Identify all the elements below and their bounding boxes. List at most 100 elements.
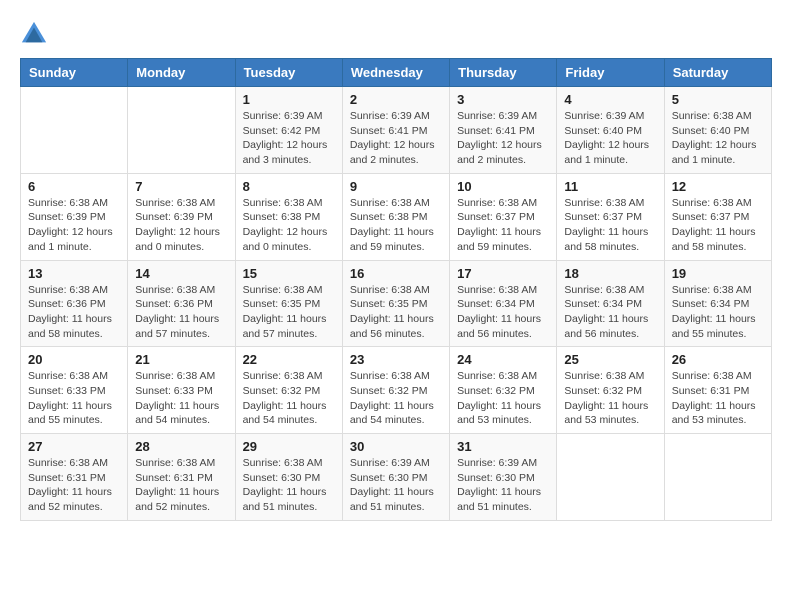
calendar-cell: 22 Sunrise: 6:38 AM Sunset: 6:32 PM Dayli… bbox=[235, 347, 342, 434]
calendar-cell: 14 Sunrise: 6:38 AM Sunset: 6:36 PM Dayli… bbox=[128, 260, 235, 347]
day-number: 12 bbox=[672, 179, 764, 194]
day-info: Sunrise: 6:38 AM Sunset: 6:33 PM Dayligh… bbox=[135, 369, 227, 428]
weekday-header-row: SundayMondayTuesdayWednesdayThursdayFrid… bbox=[21, 59, 772, 87]
calendar-cell: 27Sunrise: 6:38 AM Sunset: 6:31 PM Dayli… bbox=[21, 434, 128, 521]
day-number: 5 bbox=[672, 92, 764, 107]
calendar-cell: 13 Sunrise: 6:38 AM Sunset: 6:36 PM Dayli… bbox=[21, 260, 128, 347]
day-number: 16 bbox=[350, 266, 442, 281]
day-number: 18 bbox=[564, 266, 656, 281]
day-info: Sunrise: 6:38 AM Sunset: 6:32 PM Dayligh… bbox=[564, 369, 656, 428]
calendar-cell: 12Sunrise: 6:38 AM Sunset: 6:37 PM Dayli… bbox=[664, 173, 771, 260]
calendar-cell: 28 Sunrise: 6:38 AM Sunset: 6:31 PM Dayli… bbox=[128, 434, 235, 521]
weekday-header-thursday: Thursday bbox=[450, 59, 557, 87]
calendar-cell: 17 Sunrise: 6:38 AM Sunset: 6:34 PM Dayli… bbox=[450, 260, 557, 347]
day-info: Sunrise: 6:38 AM Sunset: 6:35 PM Dayligh… bbox=[350, 283, 442, 342]
day-number: 10 bbox=[457, 179, 549, 194]
day-number: 21 bbox=[135, 352, 227, 367]
day-info: Sunrise: 6:38 AM Sunset: 6:38 PM Dayligh… bbox=[243, 196, 335, 255]
calendar-table: SundayMondayTuesdayWednesdayThursdayFrid… bbox=[20, 58, 772, 521]
weekday-header-wednesday: Wednesday bbox=[342, 59, 449, 87]
calendar-cell: 7 Sunrise: 6:38 AM Sunset: 6:39 PM Daylig… bbox=[128, 173, 235, 260]
day-info: Sunrise: 6:38 AM Sunset: 6:37 PM Dayligh… bbox=[564, 196, 656, 255]
day-info: Sunrise: 6:38 AM Sunset: 6:32 PM Dayligh… bbox=[243, 369, 335, 428]
calendar-cell: 5 Sunrise: 6:38 AM Sunset: 6:40 PM Daylig… bbox=[664, 87, 771, 174]
day-info: Sunrise: 6:38 AM Sunset: 6:35 PM Dayligh… bbox=[243, 283, 335, 342]
day-info: Sunrise: 6:39 AM Sunset: 6:42 PM Dayligh… bbox=[243, 109, 335, 168]
day-number: 31 bbox=[457, 439, 549, 454]
day-number: 28 bbox=[135, 439, 227, 454]
calendar-cell: 24 Sunrise: 6:38 AM Sunset: 6:32 PM Dayli… bbox=[450, 347, 557, 434]
day-number: 27 bbox=[28, 439, 120, 454]
day-info: Sunrise: 6:38 AM Sunset: 6:31 PM Dayligh… bbox=[135, 456, 227, 515]
calendar-cell: 6 Sunrise: 6:38 AM Sunset: 6:39 PM Daylig… bbox=[21, 173, 128, 260]
day-number: 29 bbox=[243, 439, 335, 454]
day-info: Sunrise: 6:39 AM Sunset: 6:40 PM Dayligh… bbox=[564, 109, 656, 168]
weekday-header-sunday: Sunday bbox=[21, 59, 128, 87]
day-info: Sunrise: 6:39 AM Sunset: 6:41 PM Dayligh… bbox=[350, 109, 442, 168]
day-number: 8 bbox=[243, 179, 335, 194]
calendar-cell: 30 Sunrise: 6:39 AM Sunset: 6:30 PM Dayli… bbox=[342, 434, 449, 521]
day-number: 24 bbox=[457, 352, 549, 367]
calendar-week-row: 6 Sunrise: 6:38 AM Sunset: 6:39 PM Daylig… bbox=[21, 173, 772, 260]
day-number: 4 bbox=[564, 92, 656, 107]
logo-icon bbox=[20, 20, 48, 48]
day-number: 30 bbox=[350, 439, 442, 454]
calendar-cell: 19 Sunrise: 6:38 AM Sunset: 6:34 PM Dayli… bbox=[664, 260, 771, 347]
calendar-cell: 26Sunrise: 6:38 AM Sunset: 6:31 PM Dayli… bbox=[664, 347, 771, 434]
calendar-cell: 2 Sunrise: 6:39 AM Sunset: 6:41 PM Daylig… bbox=[342, 87, 449, 174]
day-info: Sunrise: 6:38 AM Sunset: 6:34 PM Dayligh… bbox=[564, 283, 656, 342]
day-number: 20 bbox=[28, 352, 120, 367]
day-info: Sunrise: 6:39 AM Sunset: 6:30 PM Dayligh… bbox=[350, 456, 442, 515]
weekday-header-friday: Friday bbox=[557, 59, 664, 87]
weekday-header-tuesday: Tuesday bbox=[235, 59, 342, 87]
day-number: 13 bbox=[28, 266, 120, 281]
calendar-cell: 1 Sunrise: 6:39 AM Sunset: 6:42 PM Daylig… bbox=[235, 87, 342, 174]
day-info: Sunrise: 6:38 AM Sunset: 6:34 PM Dayligh… bbox=[672, 283, 764, 342]
day-number: 26 bbox=[672, 352, 764, 367]
calendar-cell: 20 Sunrise: 6:38 AM Sunset: 6:33 PM Dayli… bbox=[21, 347, 128, 434]
day-info: Sunrise: 6:38 AM Sunset: 6:39 PM Dayligh… bbox=[28, 196, 120, 255]
calendar-cell: 4 Sunrise: 6:39 AM Sunset: 6:40 PM Daylig… bbox=[557, 87, 664, 174]
weekday-header-saturday: Saturday bbox=[664, 59, 771, 87]
calendar-cell: 16 Sunrise: 6:38 AM Sunset: 6:35 PM Dayli… bbox=[342, 260, 449, 347]
calendar-cell: 15 Sunrise: 6:38 AM Sunset: 6:35 PM Dayli… bbox=[235, 260, 342, 347]
day-info: Sunrise: 6:38 AM Sunset: 6:39 PM Dayligh… bbox=[135, 196, 227, 255]
calendar-week-row: 1 Sunrise: 6:39 AM Sunset: 6:42 PM Daylig… bbox=[21, 87, 772, 174]
day-number: 3 bbox=[457, 92, 549, 107]
day-info: Sunrise: 6:38 AM Sunset: 6:36 PM Dayligh… bbox=[135, 283, 227, 342]
day-info: Sunrise: 6:39 AM Sunset: 6:41 PM Dayligh… bbox=[457, 109, 549, 168]
day-number: 19 bbox=[672, 266, 764, 281]
day-number: 23 bbox=[350, 352, 442, 367]
day-number: 15 bbox=[243, 266, 335, 281]
weekday-header-monday: Monday bbox=[128, 59, 235, 87]
day-number: 9 bbox=[350, 179, 442, 194]
page-header bbox=[20, 20, 772, 48]
day-info: Sunrise: 6:38 AM Sunset: 6:30 PM Dayligh… bbox=[243, 456, 335, 515]
day-info: Sunrise: 6:38 AM Sunset: 6:32 PM Dayligh… bbox=[350, 369, 442, 428]
day-number: 2 bbox=[350, 92, 442, 107]
calendar-cell: 23 Sunrise: 6:38 AM Sunset: 6:32 PM Dayli… bbox=[342, 347, 449, 434]
day-number: 6 bbox=[28, 179, 120, 194]
calendar-cell: 10Sunrise: 6:38 AM Sunset: 6:37 PM Dayli… bbox=[450, 173, 557, 260]
day-info: Sunrise: 6:38 AM Sunset: 6:33 PM Dayligh… bbox=[28, 369, 120, 428]
day-number: 7 bbox=[135, 179, 227, 194]
day-info: Sunrise: 6:38 AM Sunset: 6:34 PM Dayligh… bbox=[457, 283, 549, 342]
calendar-cell bbox=[128, 87, 235, 174]
calendar-cell bbox=[664, 434, 771, 521]
calendar-cell: 18 Sunrise: 6:38 AM Sunset: 6:34 PM Dayli… bbox=[557, 260, 664, 347]
day-number: 1 bbox=[243, 92, 335, 107]
calendar-cell: 11 Sunrise: 6:38 AM Sunset: 6:37 PM Dayli… bbox=[557, 173, 664, 260]
day-number: 14 bbox=[135, 266, 227, 281]
day-number: 11 bbox=[564, 179, 656, 194]
calendar-cell: 25 Sunrise: 6:38 AM Sunset: 6:32 PM Dayli… bbox=[557, 347, 664, 434]
calendar-cell: 3 Sunrise: 6:39 AM Sunset: 6:41 PM Daylig… bbox=[450, 87, 557, 174]
day-info: Sunrise: 6:38 AM Sunset: 6:32 PM Dayligh… bbox=[457, 369, 549, 428]
day-number: 17 bbox=[457, 266, 549, 281]
day-number: 25 bbox=[564, 352, 656, 367]
day-info: Sunrise: 6:38 AM Sunset: 6:40 PM Dayligh… bbox=[672, 109, 764, 168]
calendar-week-row: 13 Sunrise: 6:38 AM Sunset: 6:36 PM Dayli… bbox=[21, 260, 772, 347]
calendar-cell: 9Sunrise: 6:38 AM Sunset: 6:38 PM Daylig… bbox=[342, 173, 449, 260]
calendar-week-row: 27 Sunrise: 6:38 AM Sunset: 6:31 PM Dayli… bbox=[21, 434, 772, 521]
day-number: 22 bbox=[243, 352, 335, 367]
day-info: Sunrise: 6:38 AM Sunset: 6:36 PM Dayligh… bbox=[28, 283, 120, 342]
